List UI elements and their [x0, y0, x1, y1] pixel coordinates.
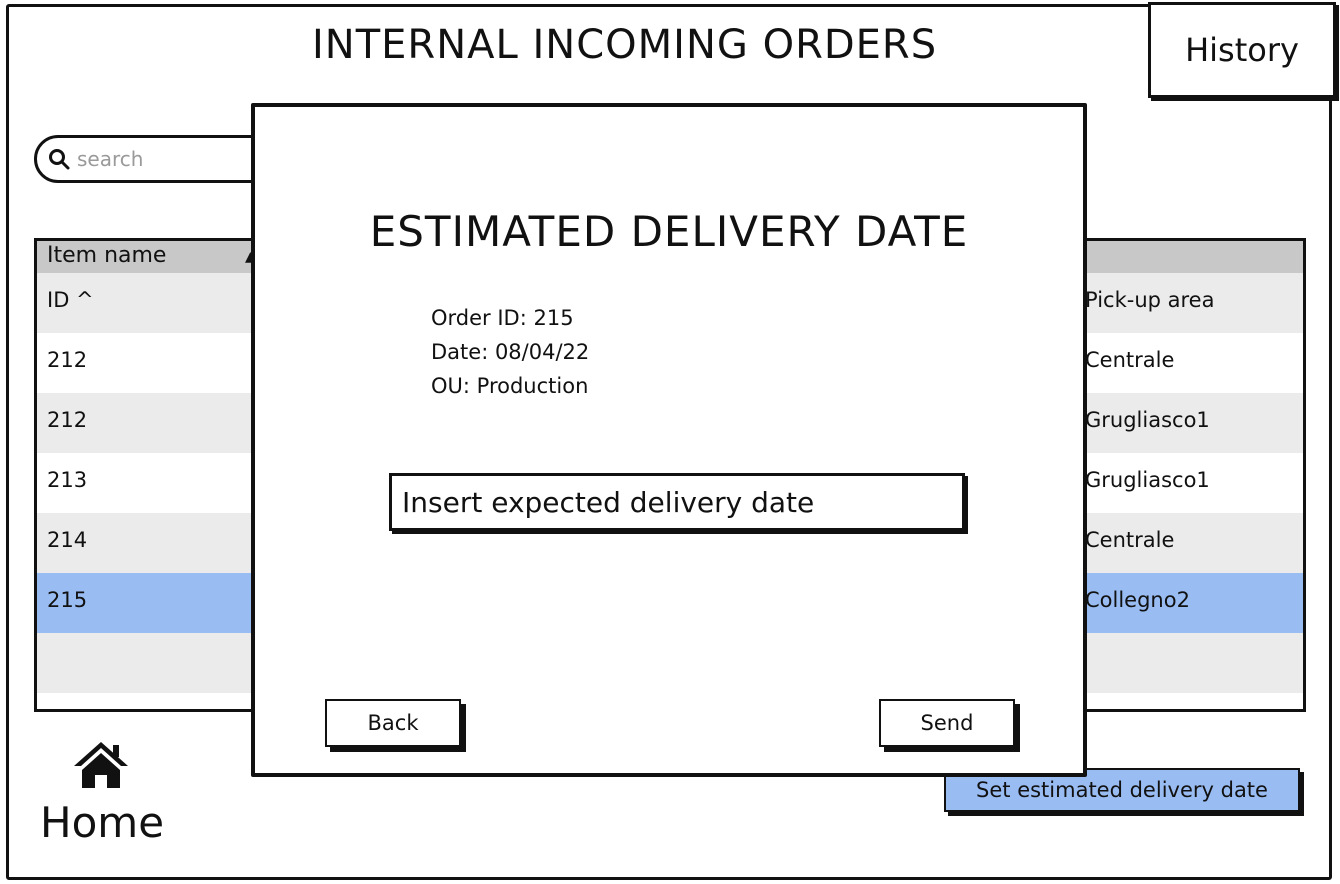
dialog-title: ESTIMATED DELIVERY DATE — [255, 207, 1083, 256]
cell-pickup-area: Centrale — [1085, 528, 1174, 552]
cell-id: 212 — [47, 408, 87, 432]
order-date-text: Date: 08/04/22 — [431, 335, 589, 369]
cell-id: 214 — [47, 528, 87, 552]
cell-pickup-area: Pick-up area — [1085, 288, 1214, 312]
cell-pickup-area: Centrale — [1085, 348, 1174, 372]
cell-id: 215 — [47, 588, 87, 612]
cell-id: 212 — [47, 348, 87, 372]
order-ou-text: OU: Production — [431, 369, 589, 403]
delivery-date-input[interactable] — [389, 473, 965, 531]
cell-pickup-area: Grugliasco1 — [1085, 408, 1210, 432]
estimated-delivery-date-dialog: ESTIMATED DELIVERY DATE Order ID: 215 Da… — [251, 103, 1087, 777]
cell-pickup-area: Grugliasco1 — [1085, 468, 1210, 492]
search-icon — [47, 147, 71, 171]
search-input[interactable] — [77, 147, 237, 171]
order-info: Order ID: 215 Date: 08/04/22 OU: Product… — [431, 301, 589, 403]
cell-pickup-area: Collegno2 — [1085, 588, 1190, 612]
cell-id: 213 — [47, 468, 87, 492]
send-button[interactable]: Send — [879, 699, 1015, 747]
home-label: Home — [40, 798, 164, 847]
home-button[interactable]: Home — [40, 740, 170, 850]
home-icon — [72, 740, 130, 790]
history-button[interactable]: History — [1148, 2, 1336, 98]
column-header-item-name[interactable]: Item name — [47, 243, 166, 268]
order-id-text: Order ID: 215 — [431, 301, 589, 335]
cell-id: ID ^ — [47, 288, 94, 312]
page-title: INTERNAL INCOMING ORDERS — [312, 22, 937, 68]
back-button[interactable]: Back — [325, 699, 461, 747]
